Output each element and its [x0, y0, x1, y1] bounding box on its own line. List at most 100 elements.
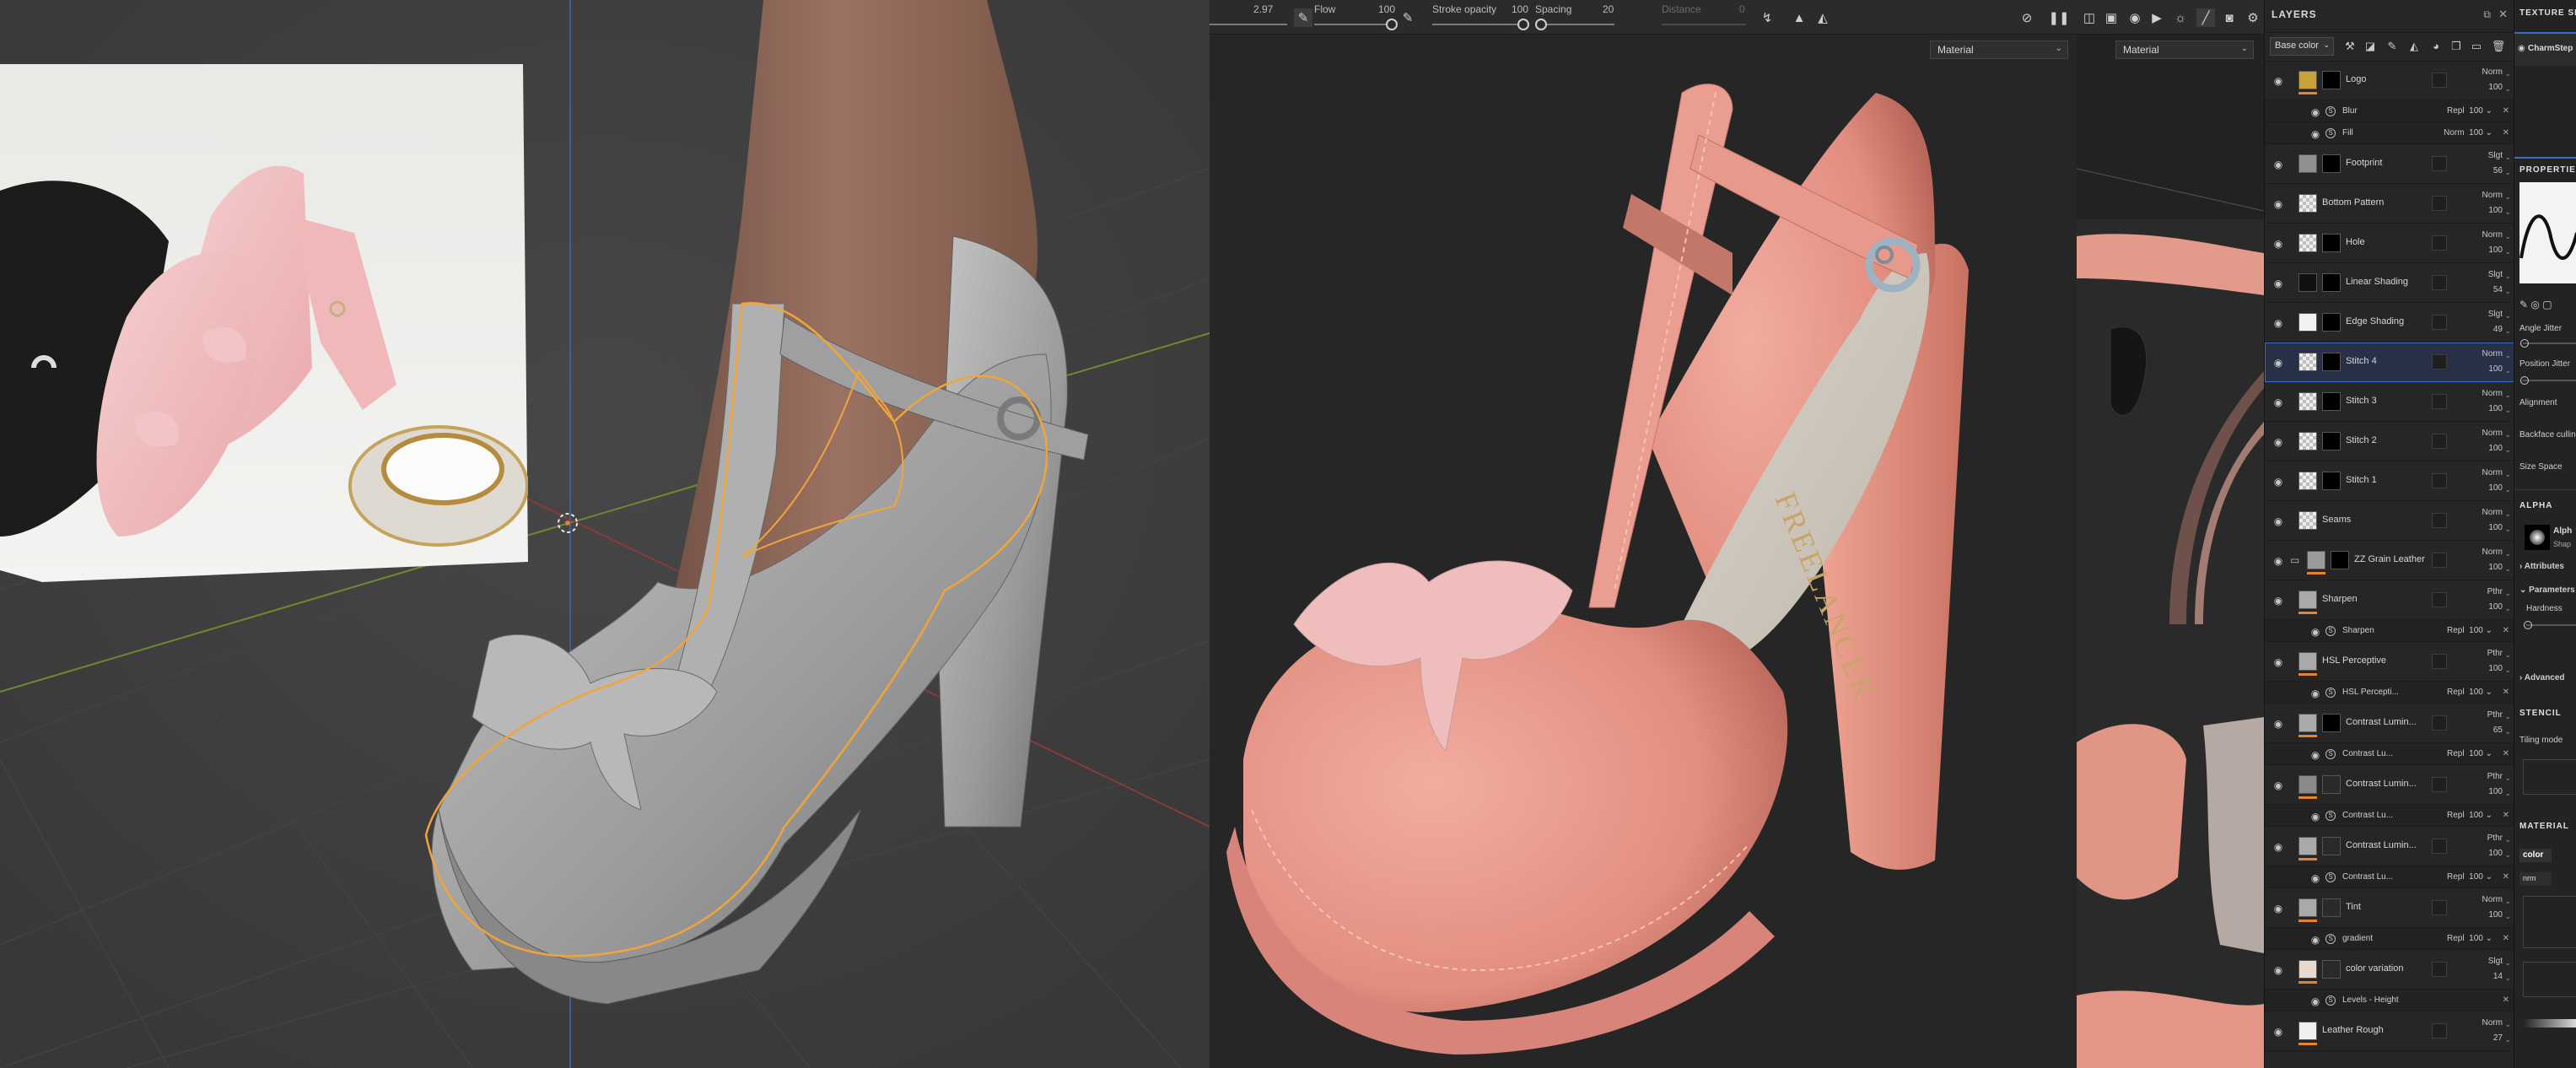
distance-value[interactable]: 0	[1739, 3, 1745, 15]
layer-opacity[interactable]: 100	[2488, 910, 2503, 920]
angle-jitter-slider[interactable]	[2520, 339, 2576, 348]
eye-icon[interactable]: ◉	[2272, 718, 2285, 730]
layer-effect-row[interactable]: ◉ S HSL Percepti... Repl 100 ⌄ ✕	[2265, 682, 2514, 704]
effect-blend-mode[interactable]: Repl 100 ⌄	[2447, 106, 2492, 116]
mirror-icon[interactable]: ◭	[1813, 8, 1832, 27]
eye-icon[interactable]: ◉	[2272, 841, 2285, 853]
layer-name[interactable]: Stitch 4	[2346, 356, 2377, 366]
close-icon[interactable]: ✕	[2498, 8, 2508, 21]
eye-icon[interactable]: ◉	[2309, 626, 2322, 638]
layer-mask-thumbnail[interactable]	[2322, 960, 2341, 979]
layer-effect-row[interactable]: ◉ S Levels - Height ✕	[2265, 990, 2514, 1011]
layer-row[interactable]: ◉ Footprint Slgt 56 ⌄ ⌄	[2265, 144, 2514, 184]
layer-mask-thumbnail[interactable]	[2322, 714, 2341, 732]
effect-name[interactable]: Fill	[2342, 128, 2353, 138]
layer-thumbnail[interactable]	[2298, 652, 2317, 671]
layer-fx-slot[interactable]	[2432, 1023, 2447, 1038]
layer-row[interactable]: ◉ Edge Shading Slgt 49 ⌄ ⌄	[2265, 303, 2514, 343]
layer-opacity[interactable]: 100	[2488, 245, 2503, 255]
layer-opacity[interactable]: 100	[2488, 404, 2503, 413]
layer-opacity[interactable]: 100	[2488, 364, 2503, 374]
spacing-slider-knob[interactable]	[1534, 19, 1547, 30]
layer-mask-thumbnail[interactable]	[2331, 551, 2349, 569]
layer-mask-thumbnail[interactable]	[2322, 234, 2341, 252]
size-slider[interactable]	[1210, 24, 1287, 25]
screenshot-icon[interactable]: ◙	[2220, 8, 2239, 27]
layer-name[interactable]: Logo	[2346, 74, 2366, 84]
environment-icon[interactable]: ☼	[2171, 8, 2190, 27]
layer-opacity[interactable]: 100	[2488, 563, 2503, 572]
eye-icon[interactable]: ◉	[2309, 106, 2322, 118]
layer-blend-mode[interactable]: Slgt	[2488, 151, 2503, 160]
layer-thumbnail[interactable]	[2298, 960, 2317, 979]
add-mask-icon[interactable]: ◪	[2363, 39, 2378, 54]
layer-opacity[interactable]: 27	[2493, 1033, 2503, 1043]
camera-icon[interactable]: ▶	[2148, 8, 2166, 27]
layer-fx-slot[interactable]	[2432, 73, 2447, 88]
layer-blend-mode[interactable]: Pthr	[2487, 772, 2503, 781]
layer-opacity[interactable]: 14	[2493, 972, 2503, 981]
flow-slider[interactable]	[1314, 24, 1390, 25]
eye-icon[interactable]: ◉	[2272, 1026, 2285, 1038]
layer-blend-mode[interactable]: Pthr	[2487, 833, 2503, 843]
brush-tool-icon[interactable]: ╱	[2196, 8, 2215, 27]
alpha-thumbnail[interactable]	[2525, 525, 2550, 550]
layer-row[interactable]: ◉ Linear Shading Slgt 54 ⌄ ⌄	[2265, 263, 2514, 303]
add-effect-icon[interactable]: ⚒	[2342, 39, 2358, 54]
layer-effect-row[interactable]: ◉ Sgradient Repl 100 ⌄ ✕	[2265, 928, 2514, 950]
layer-thumbnail[interactable]	[2298, 837, 2317, 855]
layer-fx-slot[interactable]	[2432, 196, 2447, 211]
layer-mask-thumbnail[interactable]	[2322, 472, 2341, 490]
layer-fx-slot[interactable]	[2432, 777, 2447, 792]
layer-effect-row[interactable]: ◉ S Blur Repl 100 ⌄ ✕	[2265, 100, 2514, 122]
layer-name[interactable]: Contrast Lumin...	[2346, 779, 2417, 789]
layer-opacity[interactable]: 100	[2488, 849, 2503, 858]
eye-icon[interactable]: ◉	[2309, 811, 2322, 823]
effect-name[interactable]: Sharpen	[2342, 626, 2374, 635]
layer-opacity[interactable]: 65	[2493, 725, 2503, 735]
layer-name[interactable]: Seams	[2322, 515, 2351, 525]
stencil-slot[interactable]	[2523, 759, 2576, 795]
paint-viewport-3d[interactable]: FREELANCER	[1210, 0, 2077, 1068]
layer-name[interactable]: Stitch 1	[2346, 475, 2377, 485]
layer-thumbnail[interactable]	[2298, 392, 2317, 411]
eye-icon[interactable]: ◉	[2272, 396, 2285, 408]
layer-opacity[interactable]: 100	[2488, 664, 2503, 673]
add-fill-layer-icon[interactable]: ◭	[2406, 39, 2422, 54]
layer-fx-slot[interactable]	[2432, 839, 2447, 854]
layer-blend-mode[interactable]: Slgt	[2488, 270, 2503, 279]
undock-icon[interactable]: ⧉	[2483, 8, 2491, 21]
eye-icon[interactable]: ◉	[2272, 656, 2285, 668]
delete-layer-icon[interactable]: 🗑	[2491, 39, 2506, 54]
display-mode-icon[interactable]: ▣	[2102, 8, 2121, 27]
layer-thumbnail[interactable]	[2298, 194, 2317, 213]
layer-mask-thumbnail[interactable]	[2322, 273, 2341, 292]
lazy-mouse-icon[interactable]: ↯	[1758, 8, 1776, 27]
layer-thumbnail[interactable]	[2307, 551, 2325, 569]
eye-icon[interactable]: ◉	[2272, 476, 2285, 488]
layer-effect-row[interactable]: ◉ S Contrast Lu... Repl 100 ⌄ ✕	[2265, 866, 2514, 888]
layer-row[interactable]: ◉ Contrast Lumin... Pthr 100 ⌄ ⌄	[2265, 827, 2514, 866]
layer-fx-slot[interactable]	[2432, 394, 2447, 409]
layer-row[interactable]: ◉ Sharpen Pthr 100 ⌄ ⌄	[2265, 580, 2514, 620]
layer-blend-mode[interactable]: Pthr	[2487, 587, 2503, 596]
layer-fx-slot[interactable]	[2432, 434, 2447, 449]
close-icon[interactable]: ✕	[2503, 128, 2509, 138]
layer-effect-row[interactable]: ◉ S Contrast Lu... Repl 100 ⌄ ✕	[2265, 743, 2514, 765]
layer-fx-slot[interactable]	[2432, 962, 2447, 977]
layer-mask-thumbnail[interactable]	[2322, 392, 2341, 411]
layer-name[interactable]: Sharpen	[2322, 594, 2358, 604]
parameters-toggle[interactable]: ⌄ Parameters	[2519, 585, 2575, 595]
layer-mask-thumbnail[interactable]	[2322, 353, 2341, 371]
layer-row[interactable]: ◉ Tint Norm 100 ⌄ ⌄	[2265, 888, 2514, 928]
close-icon[interactable]: ✕	[2503, 688, 2509, 697]
layer-mask-thumbnail[interactable]	[2322, 898, 2341, 917]
layer-blend-mode[interactable]: Norm	[2482, 67, 2503, 77]
eye-icon[interactable]: ◉	[2309, 995, 2322, 1007]
effect-name[interactable]: HSL Percepti...	[2342, 688, 2399, 697]
layer-fx-slot[interactable]	[2432, 275, 2447, 290]
eye-icon[interactable]: ◉	[2272, 238, 2285, 250]
layer-opacity[interactable]: 100	[2488, 206, 2503, 215]
layer-mask-thumbnail[interactable]	[2322, 432, 2341, 450]
layer-name[interactable]: Stitch 3	[2346, 396, 2377, 406]
